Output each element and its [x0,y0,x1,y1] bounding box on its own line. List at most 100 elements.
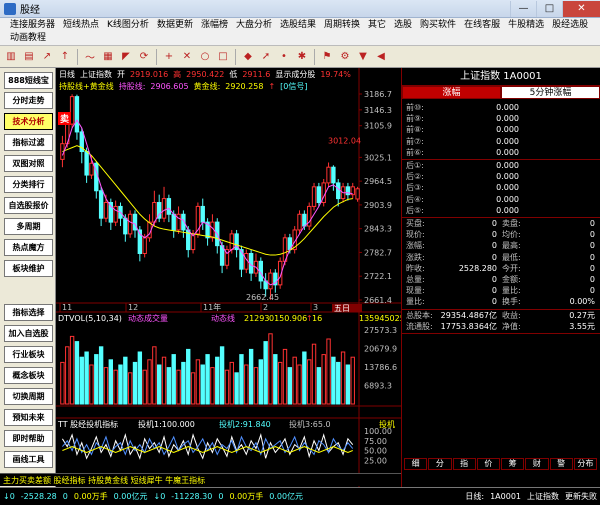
sidebar-button[interactable]: 画线工具 [4,451,53,468]
price-axis-label: 2903.9 [364,201,392,210]
toolbar-separator [156,48,157,65]
maximize-button[interactable]: □ [536,0,562,17]
palette-icon[interactable]: ◆ [240,49,256,65]
plus-icon[interactable]: + [161,49,177,65]
menu-item[interactable]: K线图分析 [103,18,153,31]
volume-bar [152,346,157,405]
panel-tab[interactable]: 分布 [573,458,597,470]
menu-item[interactable]: 大盘分析 [232,18,276,31]
status-amount-1: 0.00亿元 [113,492,148,501]
arrow-up-icon[interactable]: ↑ [57,49,73,65]
volume-bar [263,341,268,405]
sidebar-button[interactable]: 行业板块 [4,346,53,363]
bid-value: 0.000 [496,147,519,157]
volume-bar [132,361,138,405]
chart-area[interactable]: 日线 上证指数 开 2919.016 高 2950.422 低 2911.6 显… [56,68,401,487]
panel-tab[interactable]: 分 [428,458,452,470]
sidebar-button[interactable]: 加入自选股 [4,325,53,342]
menu-item[interactable]: 动画教程 [6,31,50,44]
square-icon[interactable]: □ [215,49,231,65]
grid-icon[interactable]: ▦ [100,49,116,65]
quote-panel: 上证指数 1A0001 涨幅 5分钟涨幅 前⑩: 0.000 前⑨: 0.000 前⑧:… [401,68,600,487]
volume-bar [186,348,191,405]
sidebar-button[interactable]: 指标选择 [4,304,53,321]
kline-chart[interactable]: 3186.7 3146.3 3105.9 3025.1 2964.5 2903.9 2843… [56,68,401,487]
gear-icon[interactable]: ⚙ [337,49,353,65]
sidebar-button[interactable]: 即时帮助 [4,430,53,447]
panel-tab[interactable]: 价 [476,458,500,470]
app-icon [4,2,16,15]
volume-bar [166,367,172,405]
menu-item[interactable]: 连接服务器 [6,18,59,31]
volume-bar [157,364,162,405]
stat-value: 0 [491,286,497,296]
sidebar-button[interactable]: 888短线宝 [4,72,53,89]
sidebar-button[interactable]: 指标过滤 [4,134,53,151]
minimize-button[interactable]: — [510,0,536,17]
sidebar-button[interactable]: 切换周期 [4,388,53,405]
sidebar-button[interactable]: 自选股报价 [4,197,53,214]
stat-row: 现价: 0 均价: 0 [404,229,599,240]
menu-item[interactable]: 选股结果 [276,18,320,31]
sidebar-button[interactable]: 多周期 [4,218,53,235]
panel-tab[interactable]: 警 [549,458,573,470]
menu-item[interactable]: 其它 [364,18,390,31]
sidebar-button[interactable]: 分时走势 [4,92,53,109]
spin-icon[interactable]: ✱ [294,49,310,65]
menu-item[interactable]: 牛股精选 [504,18,548,31]
bar-chart-icon[interactable]: ▤ [21,49,37,65]
down-icon[interactable]: ▼ [355,49,371,65]
panel-tab[interactable]: 细 [404,458,428,470]
stat-label: 买盘: [406,219,425,228]
refresh-icon[interactable]: ⟳ [136,49,152,65]
menu-item[interactable]: 涨幅榜 [197,18,232,31]
price-axis-label: 3146.3 [364,106,392,115]
close-button[interactable]: ✕ [562,0,600,17]
flag-icon[interactable]: ⚑ [319,49,335,65]
total-value: 3.55元 [569,321,595,331]
status-change-2: ↓0 [153,492,166,501]
candle-chart-icon[interactable]: ▥ [3,49,19,65]
candle-body [161,198,167,219]
candle-body [103,202,109,219]
sidebar-button[interactable]: 技术分析 [4,113,53,130]
sidebar-button[interactable]: 板块维护 [4,260,53,277]
tab-gain[interactable]: 涨幅 [402,86,501,99]
sidebar-button[interactable]: 分类排行 [4,176,53,193]
trend-icon[interactable]: 〜 [82,49,98,65]
volume-bar [127,372,133,405]
stat-row: 涨幅: 0 最高: 0 [404,240,599,251]
stat-label: 今开: [502,263,521,273]
volume-bar [171,354,176,405]
status-volume-1: 0.00万手 [73,492,108,501]
volume-bar [84,351,89,405]
arrow-left-icon[interactable]: ◀ [373,49,389,65]
menu-item[interactable]: 数据更新 [153,18,197,31]
circle-icon[interactable]: ○ [197,49,213,65]
menu-item[interactable]: 在线客服 [460,18,504,31]
arrow-icon[interactable]: ➚ [258,49,274,65]
indicator-marquee[interactable]: 主力买卖差额 股经指标 持股黄金线 短线犀牛 牛魔王指标 [0,473,401,486]
panel-tab[interactable]: 筹 [501,458,525,470]
quote-title: 上证指数 1A0001 [402,68,600,86]
menu-item[interactable]: 选股 [390,18,416,31]
tab-5min-gain[interactable]: 5分钟涨幅 [501,86,600,99]
volume-axis-label: 20679.9 [364,345,397,354]
line-up-icon[interactable]: ↗ [39,49,55,65]
sidebar-button[interactable]: 热点魔方 [4,239,53,256]
volume-bar [74,341,80,405]
menu-item[interactable]: 购买软件 [416,18,460,31]
sidebar-button[interactable]: 预知未来 [4,409,53,426]
panel-tab[interactable]: 指 [452,458,476,470]
menu-item[interactable]: 短线热点 [59,18,103,31]
candle-body [331,166,336,184]
panel-tab[interactable]: 财 [525,458,549,470]
sidebar-button[interactable]: 双图对照 [4,155,53,172]
cross-icon[interactable]: ✕ [179,49,195,65]
sidebar-button[interactable]: 概念板块 [4,367,53,384]
menu-item[interactable]: 股经选股 [548,18,592,31]
menu-item[interactable]: 周期转换 [320,18,364,31]
status-message: 更新失败 [565,492,597,501]
fan-icon[interactable]: ◤ [118,49,134,65]
dot-icon[interactable]: • [276,49,292,65]
